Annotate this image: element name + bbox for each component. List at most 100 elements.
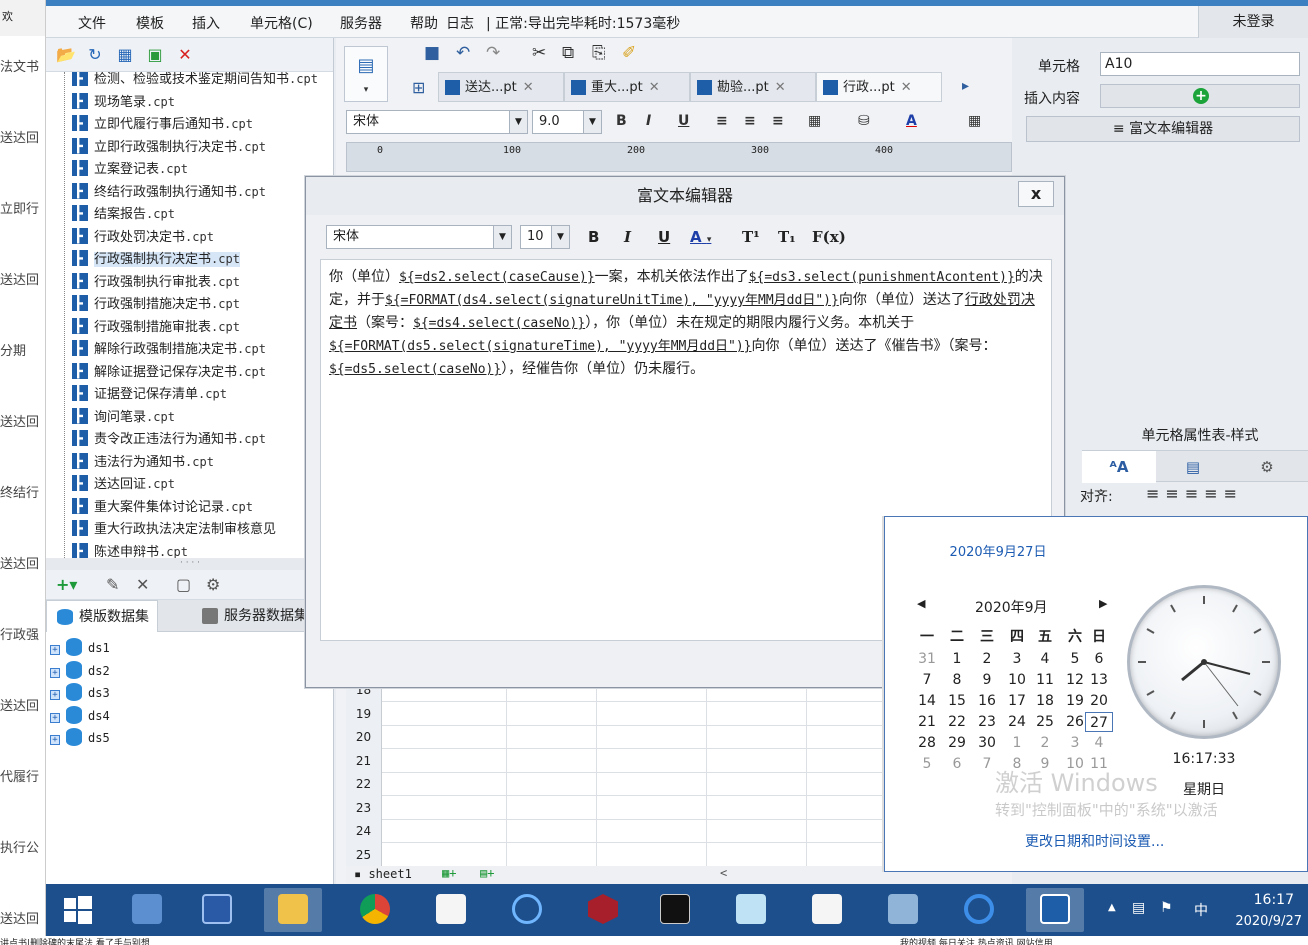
taskbar-java-2[interactable] [798,888,856,932]
calendar-date-header[interactable]: 2020年9月27日 [885,541,1111,560]
file-item[interactable]: 行政强制执行决定书.cpt [72,248,240,270]
calendar-day[interactable]: 30 [973,733,1001,753]
file-item[interactable]: 终结行政强制执行通知书.cpt [72,181,266,203]
file-item[interactable]: 询问笔录.cpt [72,406,175,428]
calendar-day[interactable]: 21 [913,712,941,732]
expand-icon[interactable]: + [50,712,60,723]
remove-icon[interactable]: ✕ [136,575,149,594]
calendar-day[interactable]: 9 [973,670,1001,690]
align-right-icon[interactable]: ≡ [772,113,784,129]
ime-indicator[interactable]: 中 [1194,900,1208,920]
rte-italic-button[interactable]: I [624,228,631,246]
menu-log[interactable]: 日志 [446,13,474,33]
tray-overflow-icon[interactable]: ▲ [1108,902,1116,913]
fill-color-icon[interactable]: ⛁ [858,113,870,129]
row-number[interactable]: 25 [346,842,382,867]
calendar-day[interactable]: 4 [1031,649,1059,669]
calendar-day[interactable]: 31 [913,649,941,669]
calendar-day[interactable]: 6 [1085,649,1113,669]
calendar-day[interactable]: 27 [1085,712,1113,732]
file-item[interactable]: 行政强制措施审批表.cpt [72,316,240,338]
rte-formula-button[interactable]: F(x) [812,228,846,246]
tab-server-datasets[interactable]: 服务器数据集 [192,600,316,632]
file-item[interactable]: 重大案件集体讨论记录.cpt [72,496,253,518]
tab-document-4[interactable]: 行政...pt ✕ [816,72,942,102]
file-item[interactable]: 立案登记表.cpt [72,158,188,180]
file-item[interactable]: 立即行政强制执行决定书.cpt [72,136,266,158]
new-template-icon[interactable]: ▣ [146,46,164,64]
alignment-buttons[interactable]: ≡≡≡≡≡ [1146,484,1243,503]
file-item[interactable]: 现场笔录.cpt [72,91,175,113]
calendar-day[interactable]: 3 [1003,649,1031,669]
calendar-day[interactable]: 10 [1003,670,1031,690]
tab-font-style[interactable]: ᴬA [1082,451,1156,483]
rte-subscript-button[interactable]: T₁ [778,228,796,246]
rte-size-select[interactable]: 10 ▼ [520,225,570,249]
font-family-select[interactable]: 宋体 ▼ [346,110,528,134]
calendar-day[interactable]: 24 [1003,712,1031,732]
menu-server[interactable]: 服务器 [340,13,382,33]
row-number[interactable]: 24 [346,819,382,843]
cut-icon[interactable]: ✂ [532,43,546,63]
calendar-day[interactable]: 13 [1085,670,1113,690]
tab-format[interactable]: ▤ [1156,451,1230,483]
menu-cell[interactable]: 单元格(C) [250,13,313,33]
rte-underline-button[interactable]: U [658,228,670,246]
prev-month-icon[interactable]: ◀ [917,597,925,610]
new-sheet-icon[interactable]: ⊞ [412,78,425,97]
rte-bold-button[interactable]: B [588,228,599,246]
file-item[interactable]: 检测、检验或技术鉴定期间告知书.cpt [72,72,318,90]
delete-icon[interactable]: ✕ [176,46,194,64]
italic-button[interactable]: I [646,113,651,129]
file-item[interactable]: 解除证据登记保存决定书.cpt [72,361,266,383]
calendar-day[interactable]: 25 [1031,712,1059,732]
file-item[interactable]: 行政处罚决定书.cpt [72,226,214,248]
dataset-item[interactable]: + ds3 [50,683,110,705]
expand-icon[interactable]: + [50,645,60,655]
start-button[interactable] [48,888,106,932]
edit-icon[interactable]: ✎ [106,575,119,594]
font-color-icon[interactable]: A [906,113,917,129]
expand-icon[interactable]: + [50,735,60,745]
border-icon[interactable]: ▦ [808,113,821,129]
taskbar-java-1[interactable] [422,888,480,932]
scroll-left-icon[interactable]: < [720,866,727,880]
calendar-day[interactable]: 23 [973,712,1001,732]
calendar-day[interactable]: 28 [913,733,941,753]
calendar-day[interactable]: 29 [943,733,971,753]
calendar-day[interactable]: 2 [1031,733,1059,753]
calendar-day[interactable]: 8 [943,670,971,690]
calendar-day[interactable]: 20 [1085,691,1113,711]
tab-document-2[interactable]: 重大...pt ✕ [564,72,690,102]
font-size-select[interactable]: 9.0 ▼ [532,110,602,134]
close-icon[interactable]: ✕ [523,80,534,95]
undo-icon[interactable]: ↶ [456,43,470,63]
dataset-item[interactable]: + ds1 [50,638,110,660]
dataset-item[interactable]: + ds2 [50,660,110,683]
calendar-day[interactable]: 6 [943,754,971,774]
add-poly-sheet-icon[interactable]: ▤+ [480,866,494,880]
taskbar-app-circles[interactable] [498,888,556,932]
dataset-item[interactable]: + ds5 [50,728,110,750]
file-item[interactable]: 证据登记保存清单.cpt [72,383,227,405]
row-number[interactable]: 19 [346,701,382,726]
menu-template[interactable]: 模板 [136,13,164,33]
file-item[interactable]: 立即代履行事后通知书.cpt [72,113,253,135]
row-number[interactable]: 22 [346,772,382,796]
file-item[interactable]: 责令改正违法行为通知书.cpt [72,428,266,450]
close-button[interactable]: x [1018,181,1054,207]
align-left-icon[interactable]: ≡ [716,113,728,129]
taskbar-notepad[interactable] [722,888,780,932]
taskbar-sync[interactable] [950,888,1008,932]
calendar-day[interactable]: 16 [973,691,1001,711]
change-datetime-link[interactable]: 更改日期和时间设置... [885,831,1308,851]
taskbar-terminal[interactable] [646,888,704,932]
calendar-day[interactable]: 11 [1031,670,1059,690]
taskbar-red-app[interactable] [574,888,632,932]
close-icon[interactable]: ✕ [775,80,786,95]
tray-time[interactable]: 16:17 [1254,892,1294,908]
cell-name-input[interactable]: A10 [1100,52,1300,76]
insert-content-button[interactable]: + [1100,84,1300,108]
file-item[interactable]: 送达回证.cpt [72,473,175,495]
refresh-icon[interactable]: ↻ [86,46,104,64]
